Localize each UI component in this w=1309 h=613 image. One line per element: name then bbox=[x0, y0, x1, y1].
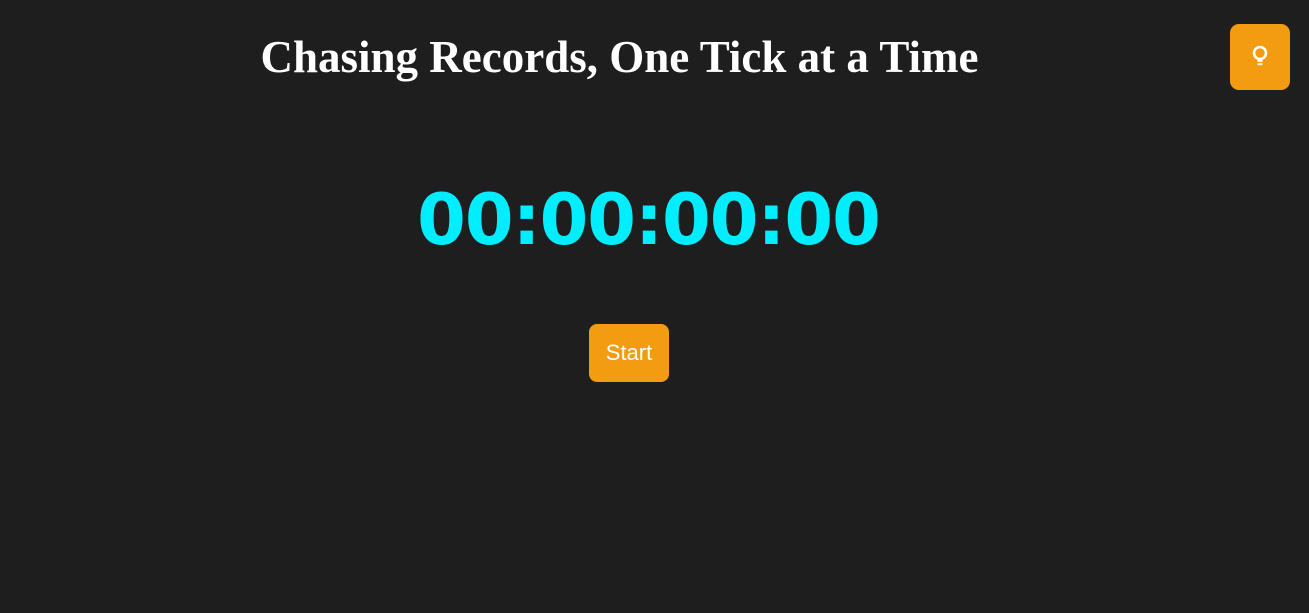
theme-toggle-button[interactable] bbox=[1230, 24, 1290, 90]
page-title: Chasing Records, One Tick at a Time bbox=[260, 32, 979, 82]
timer-display: 00:00:00:00 bbox=[417, 179, 881, 261]
lightbulb-icon bbox=[1250, 44, 1270, 71]
start-button[interactable]: Start bbox=[589, 324, 669, 382]
stopwatch-page: Chasing Records, One Tick at a Time 00:0… bbox=[0, 0, 1309, 613]
